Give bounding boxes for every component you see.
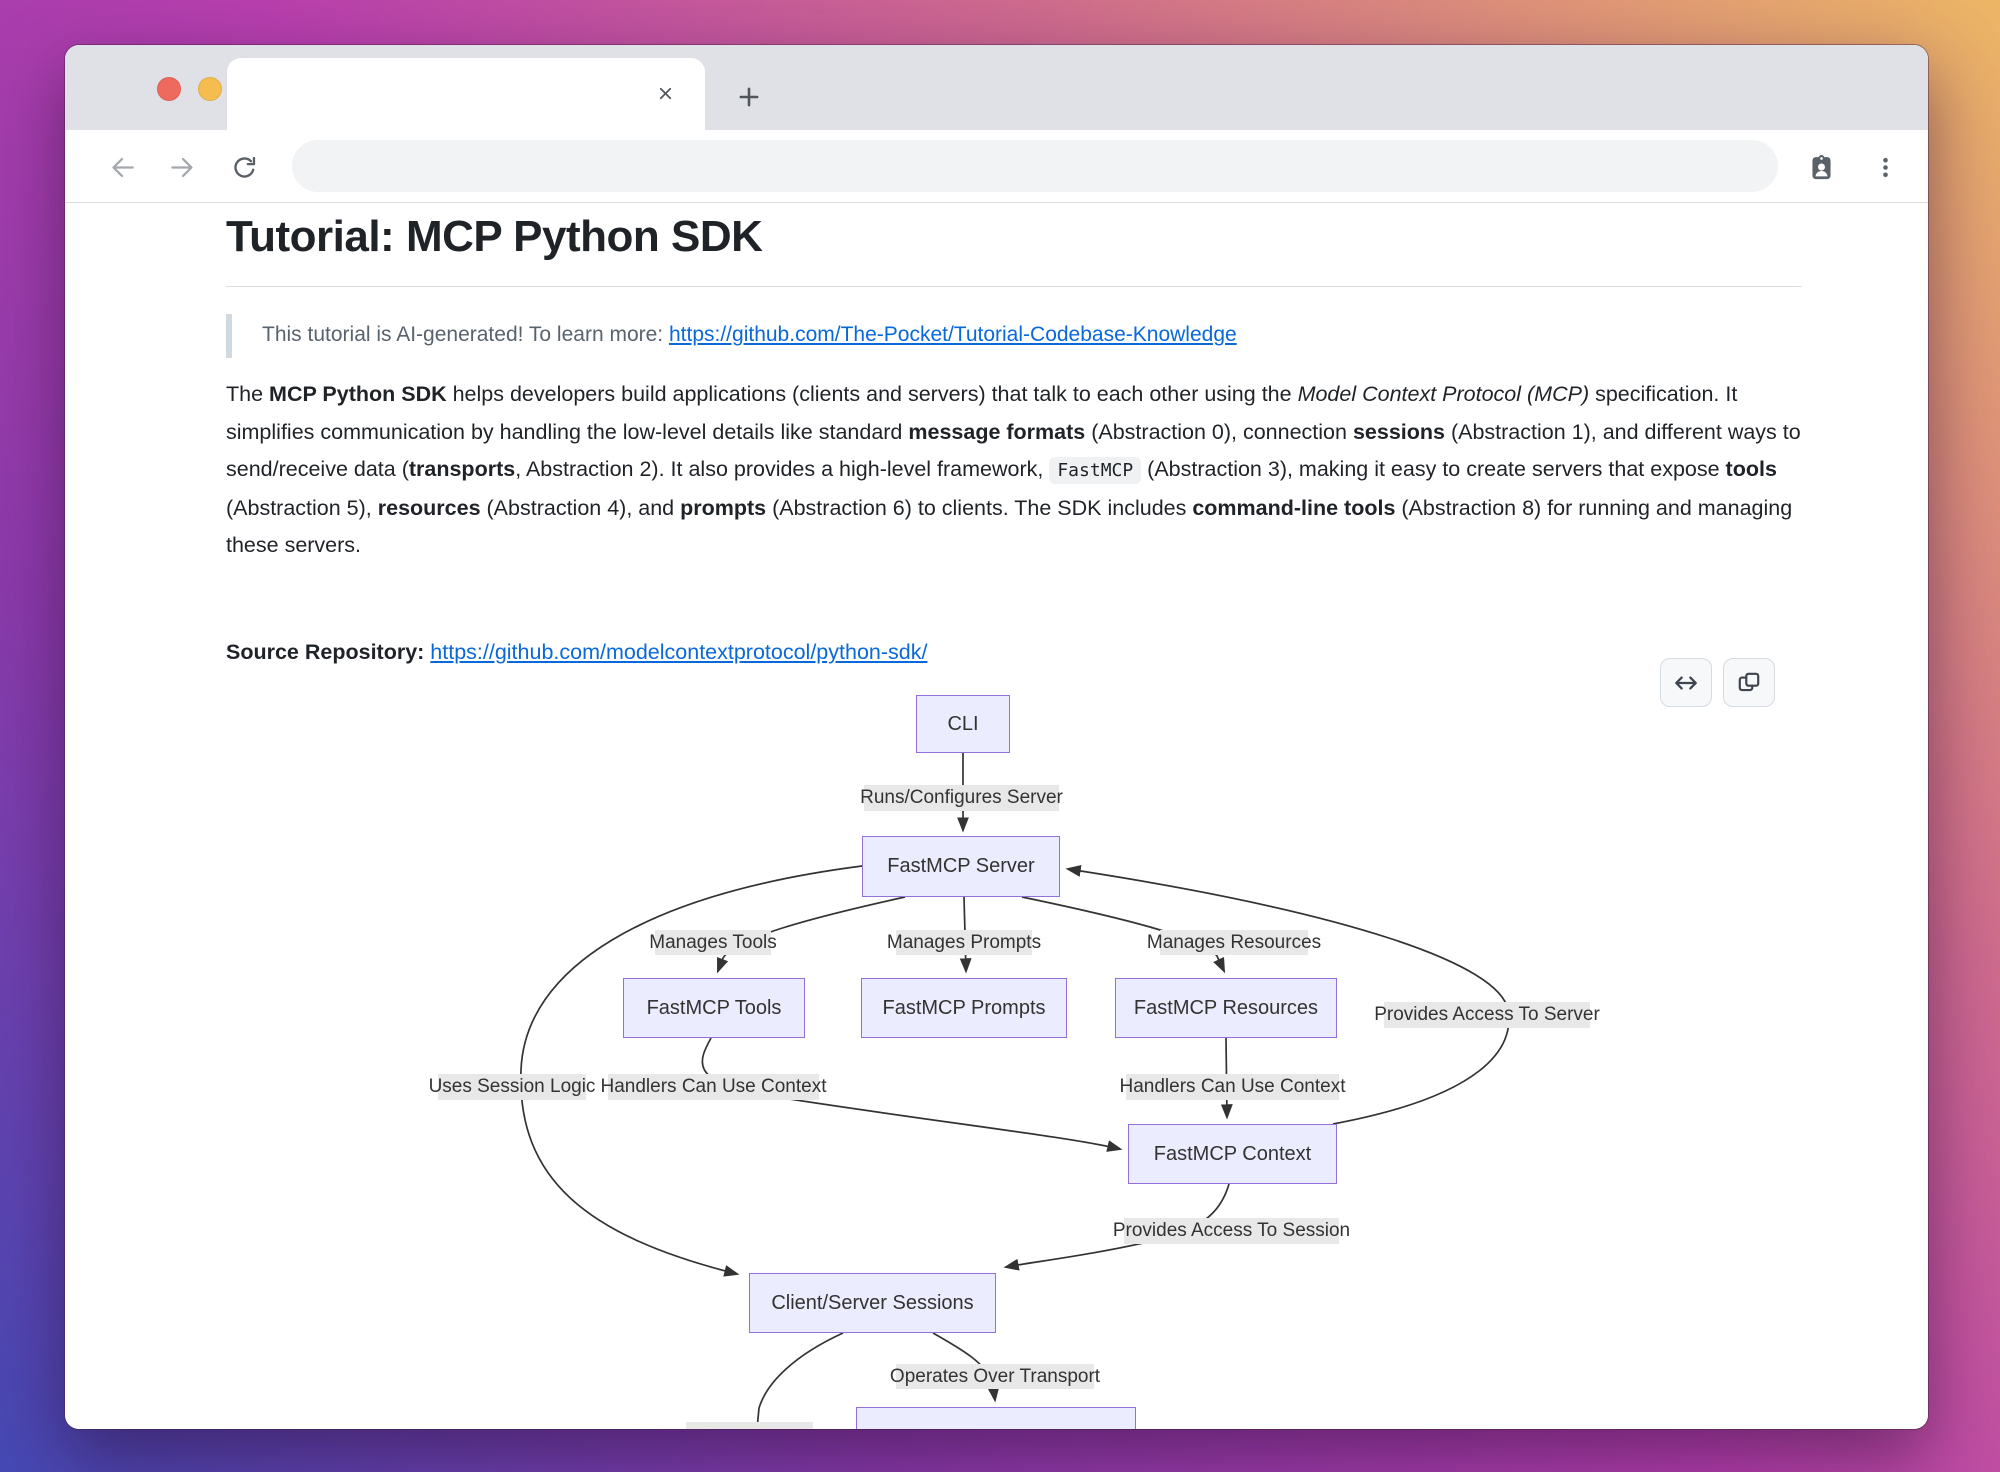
edge-label bbox=[686, 1422, 813, 1429]
window-minimize-button[interactable] bbox=[198, 77, 222, 101]
edge-label: Manages Resources bbox=[1160, 930, 1308, 955]
diagram-node-fastmcp-resources: FastMCP Resources bbox=[1115, 978, 1337, 1038]
flowchart-edges bbox=[65, 650, 1928, 1429]
diagram-node-label: FastMCP Prompts bbox=[883, 997, 1046, 1020]
note-text: This tutorial is AI-generated! To learn … bbox=[262, 323, 669, 346]
diagram-copy-button[interactable] bbox=[1723, 658, 1775, 707]
profile-icon[interactable] bbox=[1802, 148, 1840, 186]
diagram-node-fastmcp-server: FastMCP Server bbox=[862, 836, 1060, 897]
browser-toolbar bbox=[65, 130, 1928, 203]
diagram-node-label: FastMCP Resources bbox=[1134, 997, 1318, 1020]
diagram-node-client-server-sessions: Client/Server Sessions bbox=[749, 1273, 996, 1333]
edge-label: Provides Access To Session bbox=[1124, 1218, 1339, 1244]
tab-close-icon[interactable] bbox=[647, 75, 683, 111]
diagram-node-label: FastMCP Context bbox=[1154, 1143, 1311, 1166]
diagram-node-label: Client/Server Sessions bbox=[771, 1292, 973, 1315]
edge-label: Handlers Can Use Context bbox=[1126, 1074, 1339, 1100]
address-bar[interactable] bbox=[292, 140, 1778, 192]
intro-paragraph: The MCP Python SDK helps developers buil… bbox=[226, 376, 1806, 565]
window-close-button[interactable] bbox=[157, 77, 181, 101]
diagram-node-fastmcp-context: FastMCP Context bbox=[1128, 1124, 1337, 1184]
diagram-node-label: FastMCP Tools bbox=[647, 997, 782, 1020]
browser-tab[interactable] bbox=[227, 58, 705, 130]
flowchart-diagram: CLI FastMCP Server FastMCP Tools FastMCP Pr… bbox=[65, 650, 1928, 1429]
browser-window: Tutorial: MCP Python SDK This tutorial i… bbox=[65, 45, 1928, 1429]
forward-button[interactable] bbox=[163, 148, 201, 186]
diagram-expand-button[interactable] bbox=[1660, 658, 1712, 707]
diagram-node-label: FastMCP Server bbox=[887, 855, 1034, 878]
back-button[interactable] bbox=[103, 148, 141, 186]
desktop: { "browser": { "traffic_lights": ["close… bbox=[0, 0, 2000, 1472]
diagram-node-cli: CLI bbox=[916, 695, 1010, 753]
edge-label: Manages Tools bbox=[655, 930, 771, 955]
page-title: Tutorial: MCP Python SDK bbox=[226, 212, 762, 262]
reload-button[interactable] bbox=[225, 148, 263, 186]
edge-label: Provides Access To Server bbox=[1384, 1002, 1590, 1028]
ai-generated-note: This tutorial is AI-generated! To learn … bbox=[226, 314, 1237, 358]
edge-label: Handlers Can Use Context bbox=[608, 1074, 819, 1100]
diagram-node-label: CLI bbox=[947, 713, 978, 736]
page-content: Tutorial: MCP Python SDK This tutorial i… bbox=[65, 204, 1928, 1429]
edge-label: Uses Session Logic bbox=[438, 1074, 586, 1100]
edge-label: Operates Over Transport bbox=[896, 1364, 1094, 1389]
new-tab-button[interactable] bbox=[730, 78, 768, 116]
menu-icon[interactable] bbox=[1866, 148, 1904, 186]
title-divider bbox=[226, 286, 1802, 287]
diagram-node-fastmcp-prompts: FastMCP Prompts bbox=[861, 978, 1067, 1038]
diagram-node-fastmcp-tools: FastMCP Tools bbox=[623, 978, 805, 1038]
edge-label: Runs/Configures Server bbox=[864, 785, 1059, 811]
tab-strip bbox=[65, 45, 1928, 130]
edge-label: Manages Prompts bbox=[896, 930, 1032, 955]
diagram-node-transport-partial bbox=[856, 1407, 1136, 1429]
tutorial-codebase-link[interactable]: https://github.com/The-Pocket/Tutorial-C… bbox=[669, 323, 1237, 346]
